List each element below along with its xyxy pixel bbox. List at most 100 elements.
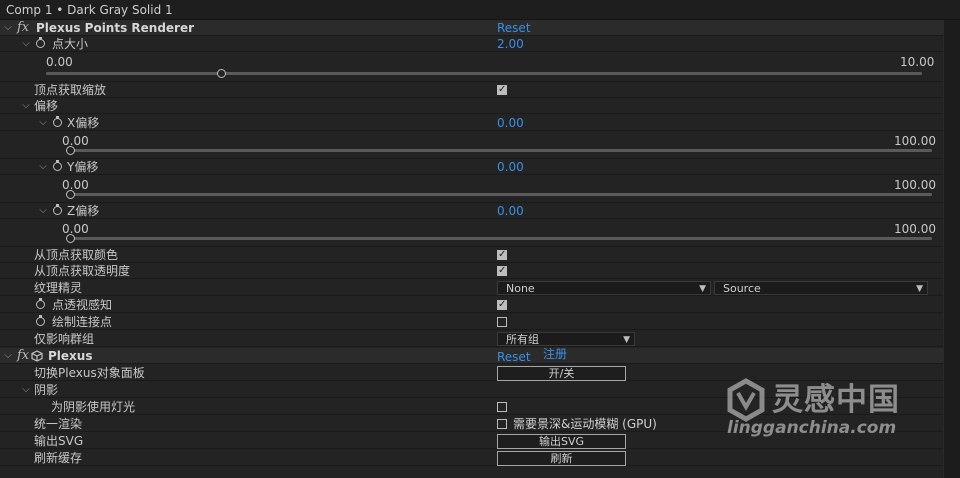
refresh-cache-button[interactable]: 刷新 [497,451,626,466]
panel-title: Comp 1 • Dark Gray Solid 1 [0,0,960,20]
z-offset-slider-track[interactable] [66,237,932,240]
param-scale-from-vertex: 顶点获取缩放 [0,82,943,98]
draw-connect-checkbox[interactable] [497,317,507,327]
param-x-offset: ⌵ X偏移 0.00 [0,115,943,131]
chevron-down-icon: ▼ [623,335,630,345]
x-offset-slider-row: 0.00 100.00 [0,131,943,159]
stopwatch-icon[interactable] [53,204,62,215]
texture-sprite-dropdown[interactable]: None ▼ [497,281,711,295]
y-offset-slider-track[interactable] [66,193,932,196]
chevron-down-icon[interactable]: ⌵ [3,20,13,36]
dropdown-value: Source [723,282,761,295]
unified-render-note: 需要景深&运动模糊 (GPU) [513,417,657,431]
param-z-offset: ⌵ Z偏移 0.00 [0,203,943,219]
param-color-from-vertex: 从顶点获取颜色 [0,247,943,263]
watermark-brand: 灵感中国 [772,382,900,418]
fx-icon[interactable]: fx [17,20,29,36]
point-size-slider-track[interactable] [46,72,922,75]
param-label: 从顶点获取透明度 [34,264,131,278]
perspective-checkbox[interactable] [497,297,507,313]
stopwatch-icon[interactable] [36,298,45,309]
param-label: 纹理精灵 [34,281,83,295]
param-draw-connect: 绘制连接点 [0,314,943,330]
reset-button[interactable]: Reset [497,20,531,36]
register-link[interactable]: 注册 [543,346,567,362]
fx-icon[interactable]: fx [17,348,29,364]
param-label: 刷新缓存 [34,451,83,465]
slider-min: 0.00 [62,178,89,192]
param-perspective: 点透视感知 [0,297,943,313]
param-label: 绘制连接点 [52,315,113,329]
texture-source-dropdown[interactable]: Source ▼ [714,281,928,295]
chevron-down-icon[interactable]: ⌵ [38,115,48,131]
effect-header-plexus[interactable]: ⌵ fx Plexus Reset 注册 [0,346,943,365]
chevron-down-icon[interactable]: ⌵ [3,348,13,364]
param-label: 切换Plexus对象面板 [34,366,145,380]
group-dropdown[interactable]: 所有组 ▼ [497,332,635,346]
param-label: 仅影响群组 [34,332,95,346]
param-refresh-cache: 刷新缓存 刷新 [0,450,943,466]
scrollbar[interactable] [943,20,960,478]
point-size-value[interactable]: 2.00 [497,36,524,52]
z-offset-slider-knob[interactable] [66,234,75,243]
stopwatch-icon[interactable] [53,116,62,127]
watermark-url: lingganchina.com [727,418,897,438]
color-from-vertex-checkbox[interactable] [497,247,507,263]
chevron-down-icon: ▼ [699,284,706,294]
param-label: Z偏移 [67,204,100,218]
effect-header-plexus-points-renderer[interactable]: ⌵ fx Plexus Points Renderer Reset [0,20,943,36]
export-svg-button[interactable]: 输出SVG [497,434,626,449]
chevron-down-icon[interactable]: ⌵ [38,159,48,175]
shadow-lights-checkbox[interactable] [497,402,507,412]
y-offset-value[interactable]: 0.00 [497,159,524,175]
x-offset-value[interactable]: 0.00 [497,115,524,131]
param-opacity-from-vertex: 从顶点获取透明度 [0,263,943,279]
chevron-down-icon[interactable]: ⌵ [38,203,48,219]
param-label: 顶点获取缩放 [34,83,107,97]
x-offset-slider-track[interactable] [66,149,932,152]
scale-from-vertex-checkbox[interactable] [497,82,507,98]
stopwatch-icon[interactable] [36,315,45,326]
param-label: 统一渲染 [34,417,83,431]
cube-icon [31,350,43,362]
slider-max: 100.00 [894,134,936,148]
stopwatch-icon[interactable] [53,160,62,171]
effect-name: Plexus [48,349,93,363]
group-offset[interactable]: ⌵ 偏移 [0,98,943,114]
dropdown-value: None [506,282,535,295]
param-label: 为阴影使用灯光 [51,400,136,414]
slider-max: 100.00 [894,222,936,236]
param-label: 点透视感知 [52,298,113,312]
slider-max: 100.00 [894,178,936,192]
effect-name: Plexus Points Renderer [36,21,195,35]
toggle-panel-button[interactable]: 开/关 [497,366,626,381]
stopwatch-icon[interactable] [36,37,45,48]
chevron-down-icon[interactable]: ⌵ [21,98,31,114]
param-texture-sprite: 纹理精灵 None ▼ Source ▼ [0,280,943,296]
unified-render-checkbox[interactable] [497,419,507,429]
param-label: 点大小 [52,37,89,51]
param-label: X偏移 [67,116,100,130]
slider-max: 10.00 [900,55,935,69]
reset-button[interactable]: Reset [497,349,531,365]
dropdown-value: 所有组 [506,333,539,346]
opacity-from-vertex-checkbox[interactable] [497,263,507,279]
y-offset-slider-knob[interactable] [66,190,75,199]
param-point-size: ⌵ 点大小 2.00 [0,36,943,52]
group-label: 阴影 [34,383,59,397]
point-size-slider-row: 0.00 10.00 [0,52,943,82]
param-label: Y偏移 [67,160,99,174]
chevron-down-icon[interactable]: ⌵ [21,382,31,398]
chevron-down-icon[interactable]: ⌵ [21,36,31,52]
watermark-logo [727,378,765,422]
slider-min: 0.00 [62,134,89,148]
z-offset-value[interactable]: 0.00 [497,203,524,219]
point-size-slider-knob[interactable] [217,69,227,78]
watermark: 灵感中国 lingganchina.com [724,374,936,444]
y-offset-slider-row: 0.00 100.00 [0,175,943,203]
param-group: 仅影响群组 所有组 ▼ [0,331,943,347]
param-y-offset: ⌵ Y偏移 0.00 [0,159,943,175]
param-label: 从顶点获取颜色 [34,248,119,262]
z-offset-slider-row: 0.00 100.00 [0,219,943,247]
x-offset-slider-knob[interactable] [66,146,75,155]
